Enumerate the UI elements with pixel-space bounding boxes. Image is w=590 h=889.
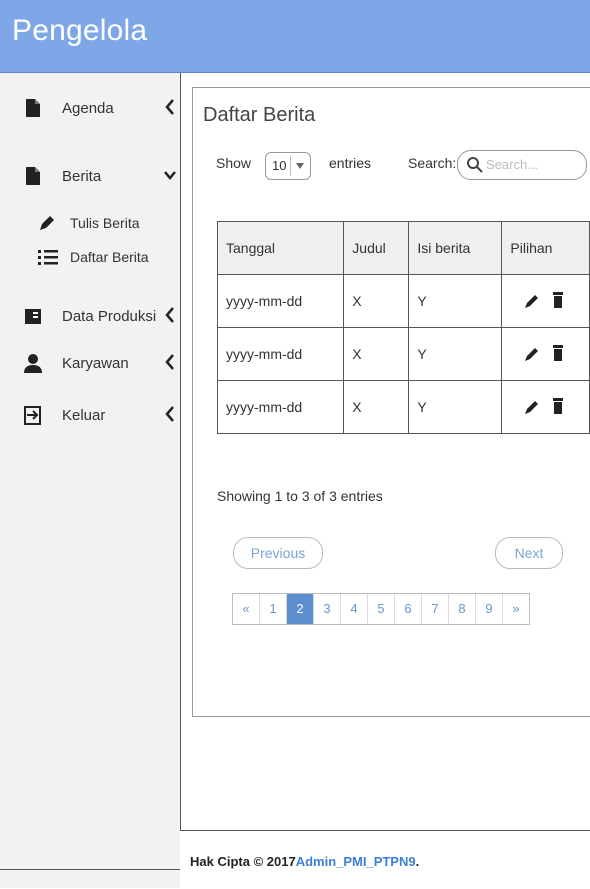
copyright-text: Hak Cipta © 2017 — [190, 854, 296, 869]
file-icon — [26, 167, 40, 185]
chevron-left-icon — [165, 354, 174, 370]
copyright-suffix: . — [415, 854, 420, 869]
news-table: Tanggal Judul Isi berita Pilihan yyyy-mm… — [216, 221, 590, 434]
table-row: yyyy-mm-dd X Y — [216, 274, 590, 328]
table-info: Showing 1 to 3 of 3 entries — [217, 488, 383, 504]
table-cell: Y — [408, 380, 503, 434]
user-icon — [24, 354, 42, 373]
table-cell: X — [343, 274, 410, 328]
app-title: Pengelola — [12, 14, 148, 47]
page-8[interactable]: 8 — [448, 594, 475, 624]
actions-cell — [501, 380, 590, 434]
trash-icon[interactable] — [552, 397, 564, 415]
sidebar-item-berita[interactable]: Berita — [0, 160, 180, 194]
sidebar-item-keluar[interactable]: Keluar — [0, 399, 180, 433]
actions-cell — [501, 327, 590, 381]
page-7[interactable]: 7 — [421, 594, 448, 624]
sidebar-item-label: Berita — [62, 168, 102, 185]
page-5[interactable]: 5 — [367, 594, 394, 624]
table-row: yyyy-mm-dd X Y — [216, 327, 590, 381]
sidebar-item-label: Data Produksi — [62, 308, 157, 325]
admin-link[interactable]: Admin_PMI_PTPN9 — [296, 854, 416, 869]
page-9[interactable]: 9 — [475, 594, 502, 624]
page-2[interactable]: 2 — [286, 594, 313, 624]
edit-icon[interactable] — [524, 399, 540, 415]
list-icon — [38, 250, 58, 265]
sidebar-divider — [0, 869, 180, 870]
page-last[interactable]: » — [502, 594, 529, 624]
edit-icon[interactable] — [524, 346, 540, 362]
entries-label: entries — [329, 155, 372, 171]
copyright: Hak Cipta © 2017Admin_PMI_PTPN9. — [190, 854, 419, 869]
table-cell: X — [343, 380, 410, 434]
sidebar-item-label: Agenda — [62, 100, 114, 117]
trash-icon[interactable] — [552, 344, 564, 362]
sidebar-item-agenda[interactable]: Agenda — [0, 92, 180, 126]
book-icon — [25, 309, 41, 324]
page-1[interactable]: 1 — [259, 594, 286, 624]
search-input[interactable]: Search... — [457, 150, 587, 180]
entries-select[interactable]: 10 — [265, 152, 311, 180]
previous-button[interactable]: Previous — [233, 537, 323, 569]
table-cell: X — [343, 327, 410, 381]
column-header[interactable]: Pilihan — [501, 221, 590, 275]
next-button[interactable]: Next — [495, 537, 563, 569]
column-header[interactable]: Judul — [343, 221, 410, 275]
table-cell: yyyy-mm-dd — [216, 380, 345, 434]
table-cell: Y — [408, 274, 503, 328]
chevron-left-icon — [165, 406, 174, 422]
edit-icon[interactable] — [524, 293, 540, 309]
trash-icon[interactable] — [552, 291, 564, 309]
caret-down-icon — [296, 163, 304, 169]
table-cell: yyyy-mm-dd — [216, 327, 345, 381]
sidebar-item-label: Karyawan — [62, 355, 129, 372]
search-icon — [467, 157, 483, 173]
page-title: Daftar Berita — [203, 104, 316, 126]
sidebar-item-label: Keluar — [62, 407, 106, 424]
sidebar-item-karyawan[interactable]: Karyawan — [0, 347, 180, 381]
column-header[interactable]: Tanggal — [216, 221, 345, 275]
submenu-item-label: Daftar Berita — [70, 249, 149, 265]
table-cell: yyyy-mm-dd — [216, 274, 345, 328]
pencil-icon — [40, 216, 54, 230]
show-label: Show — [216, 155, 252, 171]
sidebar — [0, 73, 181, 888]
table-row: yyyy-mm-dd X Y — [216, 380, 590, 434]
logout-icon — [24, 406, 41, 425]
sidebar-item-data-produksi[interactable]: Data Produksi — [0, 300, 180, 334]
table-header-row: Tanggal Judul Isi berita Pilihan — [216, 221, 590, 275]
chevron-left-icon — [165, 307, 174, 323]
footer: Hak Cipta © 2017Admin_PMI_PTPN9. — [180, 830, 590, 889]
top-header: Pengelola — [0, 0, 590, 73]
actions-cell — [501, 274, 590, 328]
search-placeholder: Search... — [486, 157, 539, 172]
chevron-down-icon — [164, 171, 176, 180]
page-3[interactable]: 3 — [313, 594, 340, 624]
search-label: Search: — [408, 155, 457, 171]
pagination: « 1 2 3 4 5 6 7 8 9 » — [232, 593, 530, 625]
page-4[interactable]: 4 — [340, 594, 367, 624]
column-header[interactable]: Isi berita — [408, 221, 503, 275]
file-icon — [26, 99, 40, 117]
select-divider — [290, 156, 291, 176]
entries-value: 10 — [272, 158, 287, 173]
table-cell: Y — [408, 327, 503, 381]
chevron-left-icon — [165, 99, 174, 115]
submenu-item-label: Tulis Berita — [70, 215, 140, 231]
page-first[interactable]: « — [233, 594, 259, 624]
page-6[interactable]: 6 — [394, 594, 421, 624]
